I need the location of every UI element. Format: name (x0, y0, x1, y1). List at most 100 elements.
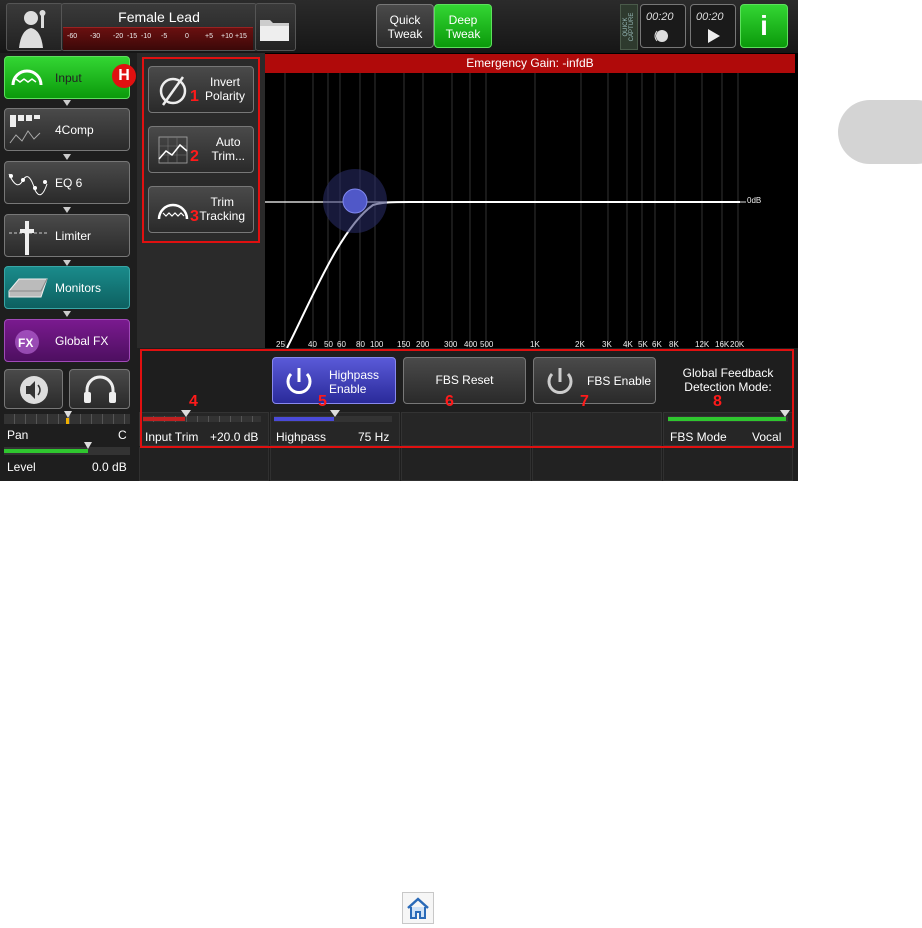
chain-limiter-button[interactable]: Limiter (4, 214, 130, 257)
highpass-enable-button[interactable]: Highpass Enable (272, 357, 396, 404)
power-icon (286, 368, 312, 394)
level-label: Level (7, 460, 36, 474)
singer-icon (19, 10, 46, 48)
auto-trim-graph-icon (158, 136, 188, 164)
folder-icon (260, 20, 289, 41)
fbs-mode-fill (668, 417, 786, 421)
fbs-enable-label: FBS Enable (587, 374, 652, 388)
annotation-number: 7 (580, 393, 589, 410)
highpass-label: Highpass (276, 430, 327, 444)
capture-button[interactable]: 00:20 (640, 4, 686, 48)
chain-input-label: Input (55, 71, 82, 85)
level-slider-fill (4, 449, 88, 453)
param-slot-row2 (401, 447, 531, 481)
level-slider[interactable] (4, 442, 130, 455)
pan-label: Pan (7, 428, 29, 442)
meter-tick: -15 (127, 33, 138, 40)
invert-polarity-label: Invert Polarity (204, 75, 245, 103)
chain-input-button[interactable]: Input H (4, 56, 136, 99)
param-slot-row2 (532, 447, 662, 481)
home-button[interactable] (402, 892, 434, 924)
highpass-value: 75 Hz (358, 430, 390, 444)
input-trim-slider[interactable] (143, 410, 261, 422)
top-bar: Female Lead -60 -30 -20 -15 -10 -5 0 +5 … (0, 0, 798, 53)
input-trim-label: Input Trim (145, 430, 199, 444)
quick-capture-label-box: QUICK CAPTURE (620, 4, 638, 50)
meter-tick: +10 (221, 33, 233, 40)
meter-tick: +15 (235, 33, 247, 40)
trim-tracking-button[interactable]: Trim Tracking (148, 186, 254, 233)
meter-tick: -10 (141, 33, 152, 40)
input-trim-fill (143, 417, 185, 421)
chain-monitors-label: Monitors (55, 281, 102, 295)
chain-limiter-label: Limiter (55, 229, 92, 243)
chain-arrow (63, 154, 71, 160)
quick-capture-label: QUICK CAPTURE (623, 12, 635, 42)
deep-tweak-button[interactable]: Deep Tweak (434, 4, 492, 48)
level-value: 0.0 dB (92, 460, 127, 474)
headphones-button[interactable] (69, 369, 130, 409)
fbs-reset-button[interactable]: FBS Reset (403, 357, 526, 404)
input-trim-value: +20.0 dB (210, 430, 259, 444)
annotation-number: 6 (445, 393, 454, 410)
meter-tick: -30 (90, 33, 101, 40)
play-button[interactable]: 00:20 (690, 4, 736, 48)
chain-eq6-label: EQ 6 (55, 176, 83, 190)
app-window: Female Lead -60 -30 -20 -15 -10 -5 0 +5 … (0, 0, 798, 481)
quick-tweak-button[interactable]: Quick Tweak (376, 4, 434, 48)
param-slot-row2 (270, 447, 400, 481)
home-icon (407, 897, 429, 919)
channel-name: Female Lead (118, 9, 200, 25)
chain-arrow (63, 207, 71, 213)
pan-slider[interactable] (4, 411, 130, 424)
info-button[interactable]: i (740, 4, 788, 48)
fbs-mode-handle[interactable] (780, 410, 790, 417)
highpass-slider[interactable] (274, 410, 392, 422)
fx-icon: FX (15, 330, 39, 354)
trim-tracking-label: Trim Tracking (199, 195, 245, 223)
annotation-number: 3 (190, 208, 199, 225)
speaker-icon (20, 376, 48, 404)
param-slot-row2 (139, 447, 269, 481)
graph-grid (265, 73, 746, 348)
chain-arrow (63, 100, 71, 106)
svg-text:FX: FX (18, 336, 33, 350)
meter-tick: 0 (185, 33, 189, 40)
page-tab-marker (838, 100, 922, 164)
auto-trim-button[interactable]: Auto Trim... (148, 126, 254, 173)
snapshot-icon (654, 30, 668, 42)
annotation-number: 4 (189, 393, 198, 410)
chain-4comp-button[interactable]: 4Comp (4, 108, 130, 151)
polarity-icon (159, 76, 187, 106)
param-slot-row2 (663, 447, 793, 481)
chain-global-fx-button[interactable]: FX Global FX (4, 319, 130, 362)
fbs-mode-label: FBS Mode (670, 430, 727, 444)
chain-eq6-button[interactable]: EQ 6 (4, 161, 130, 204)
invert-polarity-button[interactable]: Invert Polarity (148, 66, 254, 113)
chain-arrow (63, 311, 71, 317)
singer-icon-button[interactable] (6, 3, 63, 51)
chain-global-fx-label: Global FX (55, 334, 109, 348)
frequency-response-graph[interactable]: 0dB (265, 53, 798, 348)
input-trim-handle[interactable] (181, 410, 191, 417)
fbs-mode-value: Vocal (752, 430, 782, 444)
fbs-enable-button[interactable]: FBS Enable (533, 357, 656, 404)
eq-curve-icon (8, 173, 48, 196)
h-badge: H (112, 64, 136, 88)
auto-trim-label: Auto Trim... (211, 135, 245, 163)
level-slider-handle[interactable] (84, 442, 92, 449)
annotation-number: 2 (190, 148, 199, 165)
chain-monitors-button[interactable]: Monitors (4, 266, 130, 309)
annotation-number: 1 (190, 88, 199, 105)
meter-tick: -60 (67, 33, 78, 40)
pan-slider-handle[interactable] (64, 411, 72, 418)
play-icon (708, 29, 720, 43)
folder-button[interactable] (255, 3, 296, 51)
fbs-mode-slider[interactable] (668, 410, 790, 422)
speaker-button[interactable] (4, 369, 63, 409)
meter-tick: +5 (205, 33, 213, 40)
highpass-handle[interactable] (330, 410, 340, 417)
highpass-enable-label: Highpass Enable (329, 368, 380, 396)
compressor-icon (9, 115, 41, 144)
limiter-icon (9, 221, 47, 255)
